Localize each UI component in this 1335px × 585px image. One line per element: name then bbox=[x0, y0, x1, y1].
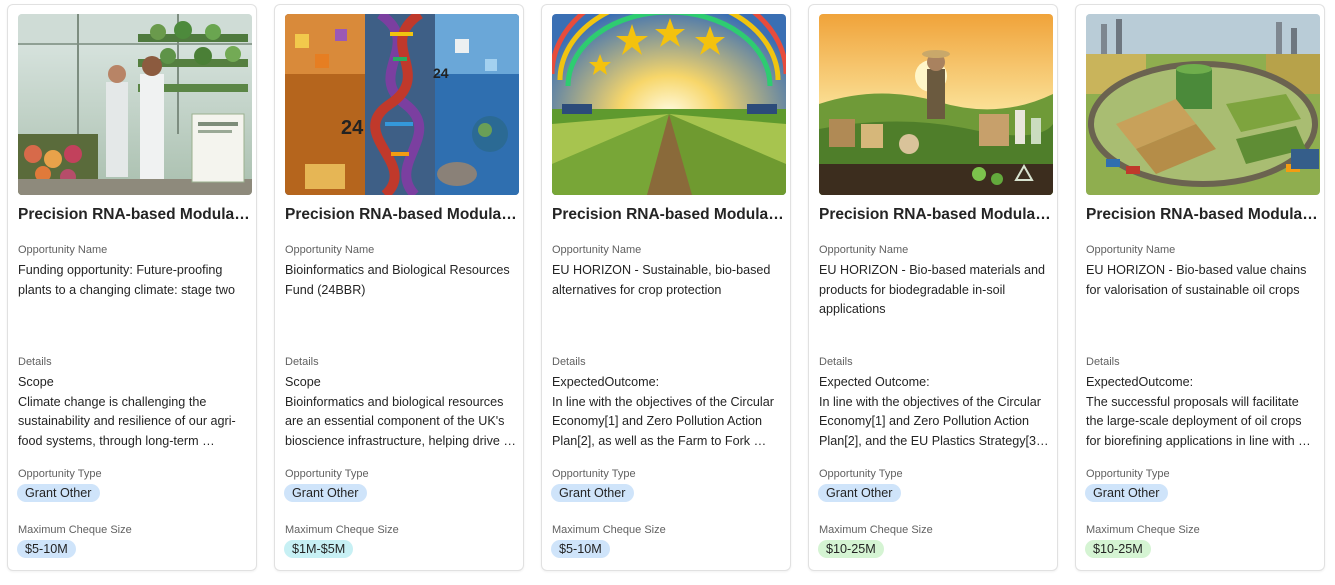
details-label: Details bbox=[18, 356, 52, 368]
max-cheque-badge: $5-10M bbox=[17, 540, 76, 558]
opportunity-name-label: Opportunity Name bbox=[285, 244, 375, 256]
opportunity-card[interactable]: 24 24 Precision RNA-based Modulat... Opp… bbox=[274, 4, 524, 571]
details-label: Details bbox=[819, 356, 853, 368]
opportunity-card[interactable]: Precision RNA-based Modulat... Opportuni… bbox=[7, 4, 257, 571]
max-cheque-badge: $10-25M bbox=[818, 540, 884, 558]
opportunity-name: EU HORIZON - Bio-based materials and pro… bbox=[819, 263, 1046, 317]
opportunity-type-label: Opportunity Type bbox=[552, 468, 636, 480]
details-text: Scope Climate change is challenging the … bbox=[18, 375, 236, 448]
max-cheque-label: Maximum Cheque Size bbox=[285, 524, 399, 536]
max-cheque-label: Maximum Cheque Size bbox=[18, 524, 132, 536]
opportunity-name: Funding opportunity: Future-proofing pla… bbox=[18, 263, 236, 297]
card-title: Precision RNA-based Modulat... bbox=[18, 206, 252, 223]
opportunity-type-badge: Grant Other bbox=[551, 484, 634, 502]
opportunity-name-label: Opportunity Name bbox=[18, 244, 108, 256]
opportunity-type-badge: Grant Other bbox=[1085, 484, 1168, 502]
card-title: Precision RNA-based Modulat... bbox=[1086, 206, 1320, 223]
opportunity-type-badge: Grant Other bbox=[17, 484, 100, 502]
opportunity-name: Bioinformatics and Biological Resources … bbox=[285, 263, 510, 297]
max-cheque-badge: $5-10M bbox=[551, 540, 610, 558]
svg-text:24: 24 bbox=[433, 65, 449, 81]
opportunity-type-badge: Grant Other bbox=[284, 484, 367, 502]
opportunity-card[interactable]: Precision RNA-based Modulat... Opportuni… bbox=[1075, 4, 1325, 571]
details-text: Scope Bioinformatics and biological reso… bbox=[285, 375, 516, 448]
card-image bbox=[819, 14, 1053, 195]
opportunity-name: EU HORIZON - Sustainable, bio-based alte… bbox=[552, 263, 771, 297]
opportunity-type-label: Opportunity Type bbox=[18, 468, 102, 480]
opportunity-name-label: Opportunity Name bbox=[819, 244, 909, 256]
opportunity-name: EU HORIZON - Bio-based value chains for … bbox=[1086, 263, 1307, 297]
max-cheque-label: Maximum Cheque Size bbox=[1086, 524, 1200, 536]
max-cheque-badge: $10-25M bbox=[1085, 540, 1151, 558]
opportunity-name-label: Opportunity Name bbox=[1086, 244, 1176, 256]
details-label: Details bbox=[1086, 356, 1120, 368]
max-cheque-label: Maximum Cheque Size bbox=[819, 524, 933, 536]
details-label: Details bbox=[285, 356, 319, 368]
opportunity-type-label: Opportunity Type bbox=[1086, 468, 1170, 480]
opportunity-type-badge: Grant Other bbox=[818, 484, 901, 502]
card-title: Precision RNA-based Modulat... bbox=[552, 206, 786, 223]
card-image bbox=[552, 14, 786, 195]
details-text: ExpectedOutcome: The successful proposal… bbox=[1086, 375, 1311, 448]
card-image: 24 24 bbox=[285, 14, 519, 195]
opportunity-card[interactable]: Precision RNA-based Modulat... Opportuni… bbox=[541, 4, 791, 571]
opportunity-type-label: Opportunity Type bbox=[285, 468, 369, 480]
details-text: ExpectedOutcome: In line with the object… bbox=[552, 375, 774, 448]
svg-text:24: 24 bbox=[341, 117, 364, 139]
opportunity-card-gallery: Precision RNA-based Modulat... Opportuni… bbox=[0, 0, 1335, 585]
opportunity-type-label: Opportunity Type bbox=[819, 468, 903, 480]
opportunity-name-label: Opportunity Name bbox=[552, 244, 642, 256]
details-text: Expected Outcome: In line with the objec… bbox=[819, 375, 1041, 448]
max-cheque-badge: $1M-$5M bbox=[284, 540, 354, 558]
max-cheque-label: Maximum Cheque Size bbox=[552, 524, 666, 536]
card-image bbox=[18, 14, 252, 195]
opportunity-card[interactable]: Precision RNA-based Modulat... Opportuni… bbox=[808, 4, 1058, 571]
details-label: Details bbox=[552, 356, 586, 368]
card-title: Precision RNA-based Modulat... bbox=[819, 206, 1053, 223]
card-title: Precision RNA-based Modulat... bbox=[285, 206, 519, 223]
card-image bbox=[1086, 14, 1320, 195]
